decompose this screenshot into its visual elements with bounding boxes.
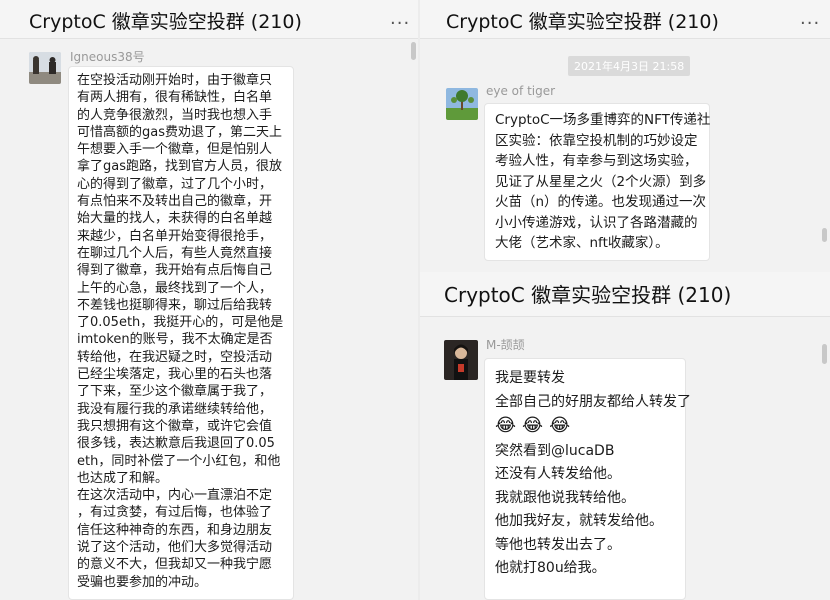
message-text-line: eth，同时补偿了一个小红包，和他 xyxy=(77,453,281,469)
message-text-line: 信任这种神奇的东西，和身边朋友 xyxy=(77,522,273,538)
message-text-line: 我只想拥有这个徽章，或许它会值 xyxy=(77,418,273,434)
scrollbar[interactable] xyxy=(411,42,416,60)
message-text-line: 可惜高额的gas费劝退了，第二天上 xyxy=(77,124,282,140)
message-text-line: 很多钱，表达歉意后我退回了0.05 xyxy=(77,436,275,452)
chat-header: CryptoC 徽章实验空投群 (210) ... xyxy=(0,0,418,39)
avatar-photo-icon xyxy=(444,340,478,380)
sender-name: Igneous38号 xyxy=(70,50,145,64)
message-text-line: 我没有履行我的承诺继续转给他， xyxy=(77,401,273,417)
message-text-line: 在这次活动中，内心一直漂泊不定 xyxy=(77,488,273,504)
message-text-line: 见证了从星星之火（2个火源）到多 xyxy=(495,173,707,190)
message-text-line: 了0.05eth，我挺开心的，可是他是 xyxy=(77,315,284,331)
message-timestamp: 2021年4月3日 21:58 xyxy=(568,56,691,76)
message-text-line: 他加我好友，就转发给他。 xyxy=(495,513,663,529)
sender-name: M-颉颉 xyxy=(486,338,525,352)
laugh-cry-emoji-icon: 😂 xyxy=(522,415,544,436)
laugh-cry-emoji-icon: 😂 xyxy=(549,415,571,436)
message-text-line: 已经尘埃落定，我心里的石头也落 xyxy=(77,367,273,383)
avatar[interactable] xyxy=(446,88,478,120)
message-text-line: 转给他，在我迟疑之时，空投活动 xyxy=(77,349,273,365)
message-text-line: 突然看到@lucaDB xyxy=(495,442,615,459)
message-text-line: 来越少，白名单开始变得很抢手， xyxy=(77,228,273,244)
message-text-line: 心的得到了徽章，过了几个小时， xyxy=(77,176,273,192)
chat-panel-left: CryptoC 徽章实验空投群 (210) ... Igneous38号 在空投… xyxy=(0,0,418,600)
chat-panel-right-top: CryptoC 徽章实验空投群 (210) ... 2021年4月3日 21:5… xyxy=(420,0,830,272)
message-text-line: CryptoC一场多重博弈的NFT传递社 xyxy=(495,112,711,128)
message-bubble[interactable]: 在空投活动刚开始时，由于徽章只 有两人拥有，很有稀缺性，白名单 的人竞争很激烈，当时… xyxy=(68,66,294,600)
avatar[interactable] xyxy=(29,52,61,84)
message-text-line: 有两人拥有，很有稀缺性，白名单 xyxy=(77,90,273,106)
message-text-line: 小小传递游戏，认识了各路潜藏的 xyxy=(495,214,698,231)
message-text-line: 大佬（艺术家、nft收藏家）。 xyxy=(495,235,669,251)
message-text-line: 说了这个活动，他们大多觉得活动 xyxy=(77,540,273,556)
message-text-line: 我是要转发 xyxy=(495,370,565,386)
message-text-line: 了下来，至少这个徽章属于我了， xyxy=(77,384,273,400)
group-title: CryptoC 徽章实验空投群 (210) xyxy=(446,11,719,33)
scrollbar[interactable] xyxy=(822,228,827,242)
message-text-line: 在聊过几个人后，有些人竟然直接 xyxy=(77,245,273,261)
sender-name: eye of tiger xyxy=(486,84,556,98)
message-text-line: 我就跟他说我转给他。 xyxy=(495,489,635,506)
message-text-line: 还没有人转发给他。 xyxy=(495,466,621,482)
chat-panel-right-bottom: CryptoC 徽章实验空投群 (210) M-颉颉 我是要转发全部自己的好朋友… xyxy=(420,272,830,600)
emoji-row: 😂 😂 😂 xyxy=(495,414,675,440)
message-bubble[interactable]: CryptoC一场多重博弈的NFT传递社 区实验：依靠空投机制的巧妙设定 考验人性，… xyxy=(484,103,710,261)
message-text-line: 火苗（n）的传递。也发现通过一次 xyxy=(495,194,707,210)
group-title: CryptoC 徽章实验空投群 (210) xyxy=(29,11,302,33)
message-text-line: 拿了gas跑路，找到官方人员，很放 xyxy=(77,159,282,175)
avatar-photo-icon xyxy=(29,52,61,84)
message-text-line: 午想要入手一个徽章，但是怕别人 xyxy=(77,142,273,158)
message-text-line: 得到了徽章，我开始有点后悔自己 xyxy=(77,263,273,279)
message-text-line: 不差钱也挺聊得来，聊过后给我转 xyxy=(77,297,273,313)
chat-header: CryptoC 徽章实验空投群 (210) xyxy=(420,272,830,317)
group-title: CryptoC 徽章实验空投群 (210) xyxy=(444,283,732,307)
scrollbar[interactable] xyxy=(822,344,827,364)
more-menu-icon[interactable]: ... xyxy=(390,8,410,29)
avatar-photo-icon xyxy=(446,88,478,120)
message-text-line: imtoken的账号，我不太确定是否 xyxy=(77,332,273,348)
avatar[interactable] xyxy=(444,340,478,380)
message-text-line: 的意义不大，但我却又一种我宁愿 xyxy=(77,557,273,573)
message-text-line: 上午的心急，最终找到了一个人， xyxy=(77,280,273,296)
message-text-line: 的人竞争很激烈，当时我也想入手 xyxy=(77,107,273,123)
chat-header: CryptoC 徽章实验空投群 (210) ... xyxy=(420,0,830,39)
message-text-line: 他就打80u给我。 xyxy=(495,560,606,576)
message-text-line: 始大量的找人，未获得的白名单越 xyxy=(77,211,273,227)
message-text-line: 等他也转发出去了。 xyxy=(495,536,621,553)
laugh-cry-emoji-icon: 😂 xyxy=(495,415,517,436)
message-text-line: ，有过贪婪，有过后悔，也体验了 xyxy=(77,505,273,521)
message-text-line: 在空投活动刚开始时，由于徽章只 xyxy=(77,73,273,88)
message-text-line: 全部自己的好朋友都给人转发了 xyxy=(495,393,691,410)
message-text-line: 考验人性，有幸参与到这场实验， xyxy=(495,153,698,169)
message-bubble[interactable]: 我是要转发 全部自己的好朋友都给人转发了 😂 😂 😂 突然看到@lucaDB 还没有人转发给… xyxy=(484,358,691,600)
message-text-line: 区实验：依靠空投机制的巧妙设定 xyxy=(495,132,698,149)
message-text-line: 也达成了和解。 xyxy=(77,470,169,486)
message-text-line: 有点怕来不及转出自己的徽章，开 xyxy=(77,194,273,210)
message-text-line: 受骗也要参加的冲动。 xyxy=(77,574,208,590)
more-menu-icon[interactable]: ... xyxy=(800,8,820,29)
